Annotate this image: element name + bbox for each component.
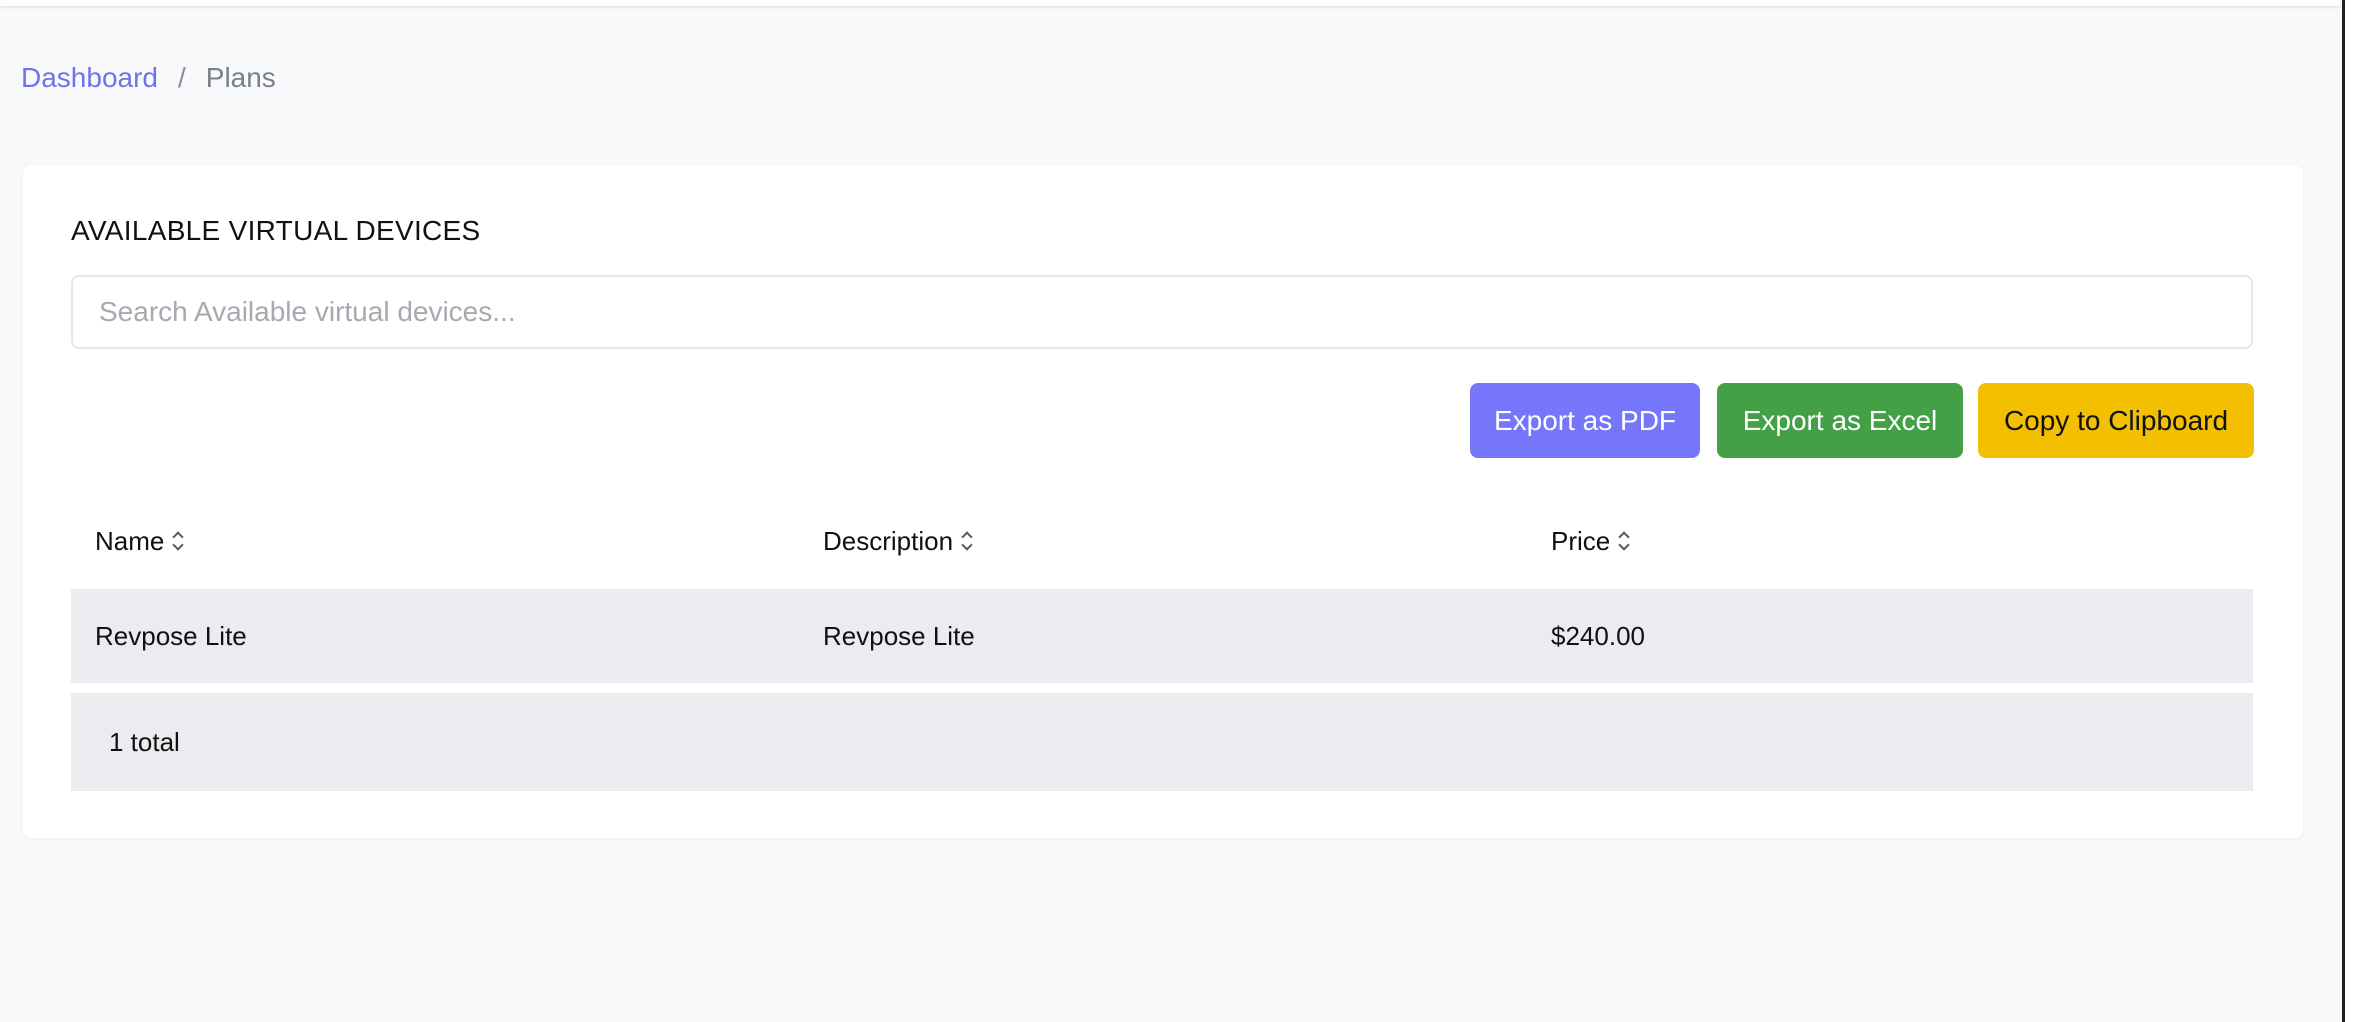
column-header-name[interactable]: Name (95, 493, 184, 589)
breadcrumb-dashboard-link[interactable]: Dashboard (21, 58, 158, 98)
search-input[interactable] (71, 275, 2253, 349)
column-header-label: Name (95, 525, 165, 556)
table-row[interactable]: Revpose Lite Revpose Lite $240.00 (71, 589, 2253, 683)
cell-description: Revpose Lite (823, 620, 975, 651)
cell-price: $240.00 (1551, 620, 1645, 651)
column-header-price[interactable]: Price (1551, 493, 1630, 589)
sort-updown-icon[interactable] (1618, 530, 1630, 552)
breadcrumb-current-plans: Plans (205, 62, 276, 93)
column-header-label: Description (823, 525, 954, 556)
cell-name: Revpose Lite (95, 620, 247, 651)
virtual-devices-panel: AVAILABLE VIRTUAL DEVICES Export as PDF … (23, 165, 2303, 838)
panel-title: AVAILABLE VIRTUAL DEVICES (71, 215, 481, 246)
breadcrumb-separator: / (177, 62, 186, 93)
breadcrumb: Dashboard / Plans (21, 58, 276, 98)
sort-updown-icon[interactable] (961, 530, 973, 552)
top-navbar (0, 0, 2340, 6)
copy-clipboard-button[interactable]: Copy to Clipboard (1978, 383, 2254, 458)
export-excel-button[interactable]: Export as Excel (1717, 383, 1963, 458)
total-count: 1 total (109, 726, 180, 757)
table-footer: 1 total (71, 693, 2253, 791)
devices-table: Name Description Price Revpose Lite Revp… (71, 493, 2253, 791)
sort-updown-icon[interactable] (172, 530, 184, 552)
column-header-label: Price (1551, 525, 1611, 556)
window-scroll-edge (2342, 0, 2362, 1022)
column-header-description[interactable]: Description (823, 493, 973, 589)
table-header: Name Description Price (71, 493, 2253, 589)
export-pdf-button[interactable]: Export as PDF (1470, 383, 1700, 458)
